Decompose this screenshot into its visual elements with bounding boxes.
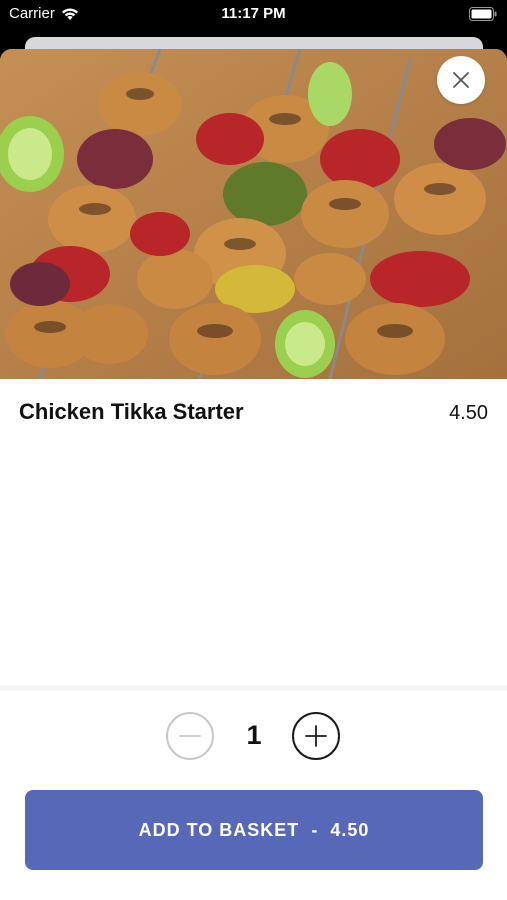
food-photo-illustration <box>0 49 507 379</box>
item-detail-sheet: Chicken Tikka Starter 4.50 1 ADD TO BASK… <box>0 49 507 900</box>
minus-icon <box>179 735 201 737</box>
close-button[interactable] <box>437 56 485 104</box>
decrease-quantity-button[interactable] <box>166 712 214 760</box>
plus-icon <box>305 725 327 747</box>
add-to-basket-button[interactable]: ADD TO BASKET - 4.50 <box>25 790 483 870</box>
quantity-value: 1 <box>246 720 262 750</box>
item-header: Chicken Tikka Starter 4.50 <box>19 399 488 425</box>
close-icon <box>453 72 469 88</box>
battery-icon <box>469 7 497 21</box>
add-to-basket-price: 4.50 <box>330 819 370 840</box>
footer-divider <box>0 685 507 691</box>
item-name: Chicken Tikka Starter <box>19 399 244 424</box>
food-photo <box>0 49 507 379</box>
add-to-basket-label: ADD TO BASKET <box>138 819 300 840</box>
quantity-stepper: 1 <box>0 712 507 762</box>
status-bar: Carrier 11:17 PM <box>0 0 507 30</box>
status-time: 11:17 PM <box>221 5 286 22</box>
app-screen: Carrier 11:17 PM Chicken Tikka Starter 4… <box>0 0 507 900</box>
item-price: 4.50 <box>449 402 488 424</box>
add-to-basket-separator: - <box>311 819 319 840</box>
increase-quantity-button[interactable] <box>292 712 340 760</box>
